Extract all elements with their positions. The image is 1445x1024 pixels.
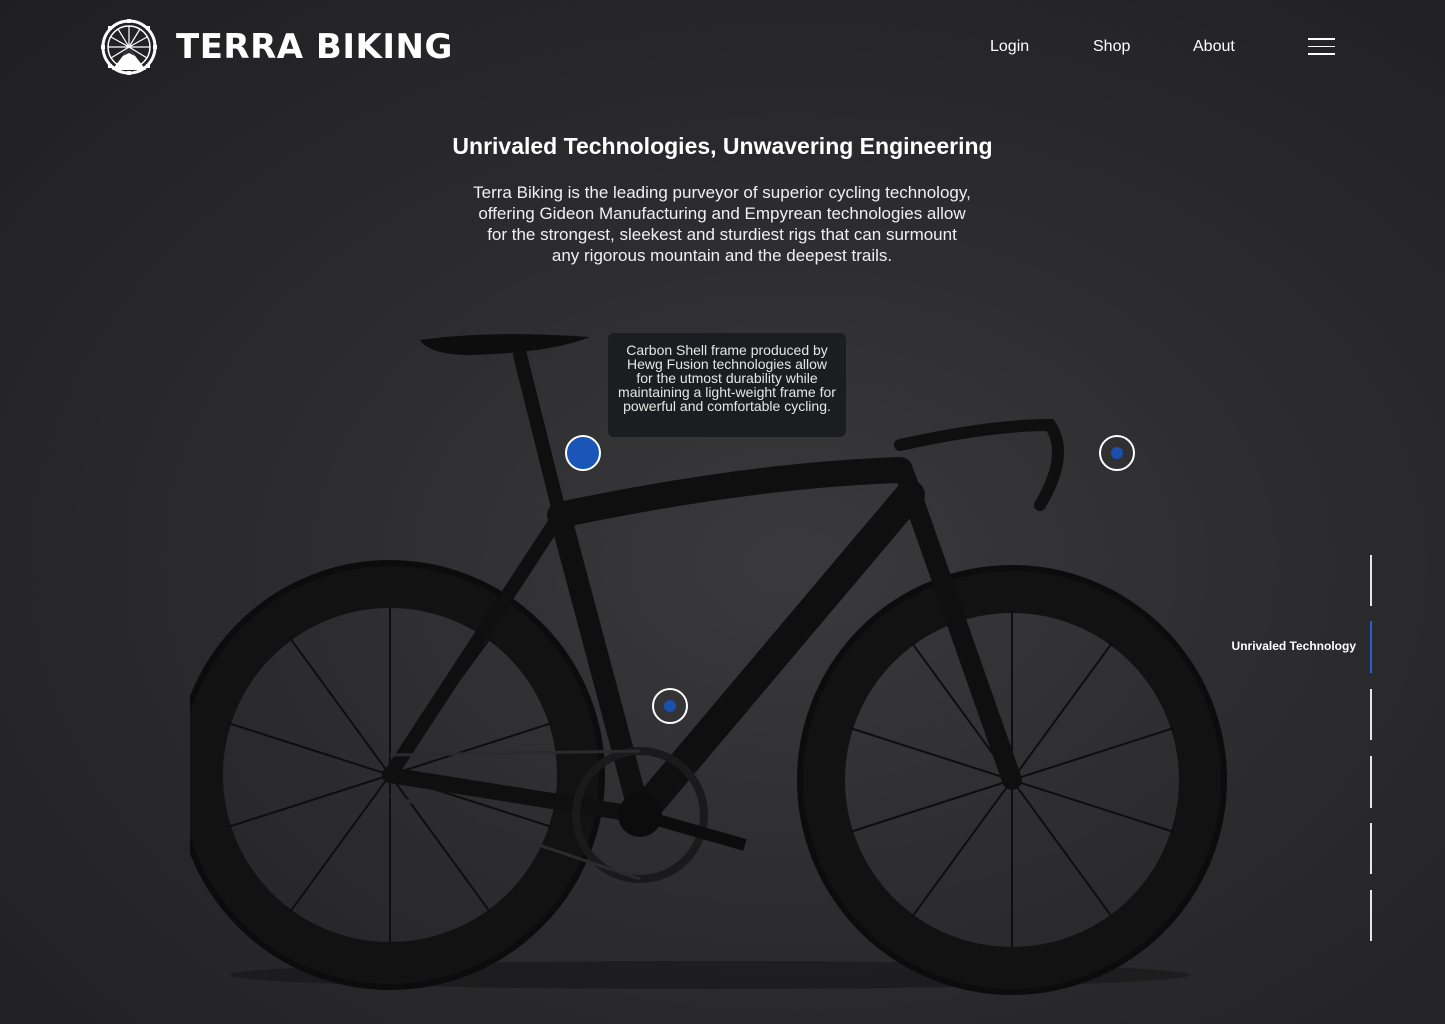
side-nav-item-1[interactable]: [1370, 555, 1372, 606]
wheel-mountain-logo-icon: [101, 19, 157, 75]
nav-about-link[interactable]: About: [1193, 38, 1235, 56]
nav-shop-link[interactable]: Shop: [1093, 38, 1130, 56]
hero-description: Terra Biking is the leading purveyor of …: [473, 183, 971, 265]
side-nav-item-active[interactable]: [1370, 621, 1372, 673]
frame-hotspot-button[interactable]: [565, 435, 601, 471]
nav-login-link[interactable]: Login: [990, 38, 1029, 56]
side-nav-item-3[interactable]: [1370, 689, 1372, 740]
side-nav-item-6[interactable]: [1370, 890, 1372, 941]
side-nav-active-label: Unrivaled Technology: [1231, 639, 1356, 653]
drivetrain-hotspot-button[interactable]: [652, 688, 688, 724]
hero-title: Unrivaled Technologies, Unwavering Engin…: [452, 133, 993, 159]
header: TERRA BIKING Login Shop About: [0, 0, 1445, 100]
feature-tooltip: Carbon Shell frame produced by Hewg Fusi…: [608, 333, 846, 437]
side-nav-item-5[interactable]: [1370, 823, 1372, 874]
brand-name: TERRA BIKING: [176, 27, 453, 67]
hamburger-menu-icon[interactable]: [1308, 38, 1335, 59]
side-nav-item-4[interactable]: [1370, 756, 1372, 808]
brand-logo[interactable]: TERRA BIKING: [92, 18, 453, 76]
handlebar-hotspot-button[interactable]: [1099, 435, 1135, 471]
